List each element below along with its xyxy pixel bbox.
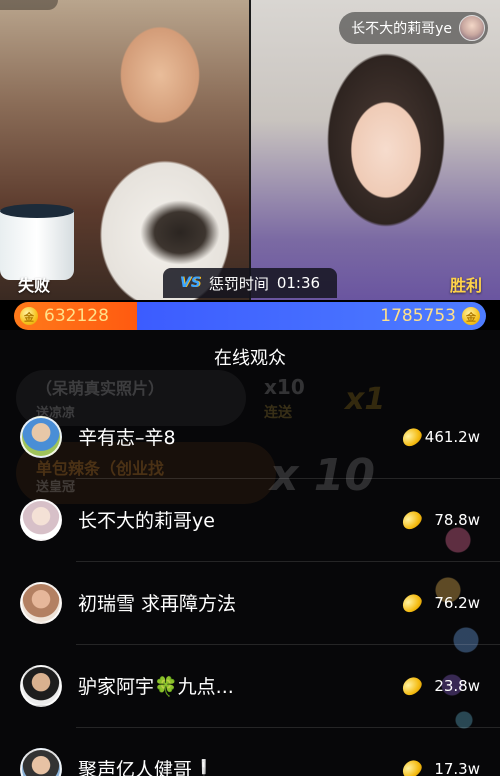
- pk-left-segment: 金 632128: [14, 302, 137, 330]
- timer-label: 惩罚时间: [208, 274, 269, 293]
- audience-name: 初瑞雪 求再障方法: [78, 593, 237, 615]
- audience-row[interactable]: 长不大的莉哥ye 78.8w: [0, 478, 500, 561]
- left-score: 632128: [44, 306, 109, 326]
- right-anchor-video: [251, 0, 500, 300]
- bean-icon: [399, 507, 425, 532]
- contribution-amount: 461.2w: [424, 427, 480, 446]
- avatar[interactable]: [20, 747, 62, 776]
- coin-icon: 金: [462, 307, 480, 325]
- avatar[interactable]: [20, 581, 62, 624]
- contribution-amount: 17.3w: [434, 759, 480, 776]
- audience-row[interactable]: 聚声亿人健哥❕ 17.3w: [0, 727, 500, 776]
- avatar[interactable]: [20, 498, 62, 541]
- coin-icon: 金: [20, 307, 38, 325]
- opponent-anchor-name: 长不大的莉哥ye: [351, 21, 452, 37]
- bean-icon: [399, 673, 425, 698]
- audience-name: 驴家阿宇🍀九点...: [78, 676, 234, 698]
- pk-right-segment: 1785753 金: [136, 302, 486, 330]
- shirt-print: [140, 200, 220, 265]
- contribution-amount: 23.8w: [434, 676, 480, 695]
- timer-value: 01:36: [276, 274, 321, 292]
- bean-icon: [399, 424, 425, 449]
- cup-image: [0, 204, 74, 280]
- audience-name: 聚声亿人健哥❕: [78, 759, 216, 776]
- panel-title: 在线观众: [214, 348, 286, 369]
- left-result-label: 失败: [18, 276, 51, 295]
- audience-name: 长不大的莉哥ye: [78, 510, 215, 532]
- avatar[interactable]: [20, 415, 62, 458]
- pk-video-stage: 长不大的莉哥ye 失败 胜利 VS 惩罚时间 01:36: [0, 0, 500, 300]
- top-left-tag: [0, 0, 58, 10]
- contribution-amount: 76.2w: [434, 593, 480, 612]
- online-audience-panel[interactable]: （呆萌真实照片） 送凉凉 x10 连送 x1 单包辣条（创业找 送皇冠 x 10…: [0, 330, 500, 776]
- right-score: 1785753: [380, 306, 456, 326]
- opponent-avatar: [459, 15, 485, 41]
- contribution-amount: 78.8w: [434, 510, 480, 529]
- bean-icon: [399, 756, 425, 776]
- audience-row[interactable]: 驴家阿宇🍀九点... 23.8w: [0, 644, 500, 727]
- right-result-label: 胜利: [449, 276, 482, 295]
- opponent-anchor-pill[interactable]: 长不大的莉哥ye: [339, 12, 488, 44]
- audience-row[interactable]: 辛有志–辛8 461.2w: [0, 395, 500, 478]
- left-anchor-video: [0, 0, 249, 300]
- audience-row[interactable]: 初瑞雪 求再障方法 76.2w: [0, 561, 500, 644]
- bean-icon: [399, 590, 425, 615]
- audience-name: 辛有志–辛8: [78, 427, 176, 449]
- punishment-timer: VS 惩罚时间 01:36: [163, 268, 337, 298]
- pk-score-bar: 金 632128 1785753 金: [14, 302, 486, 330]
- avatar[interactable]: [20, 664, 62, 707]
- vs-icon: VS: [179, 275, 201, 291]
